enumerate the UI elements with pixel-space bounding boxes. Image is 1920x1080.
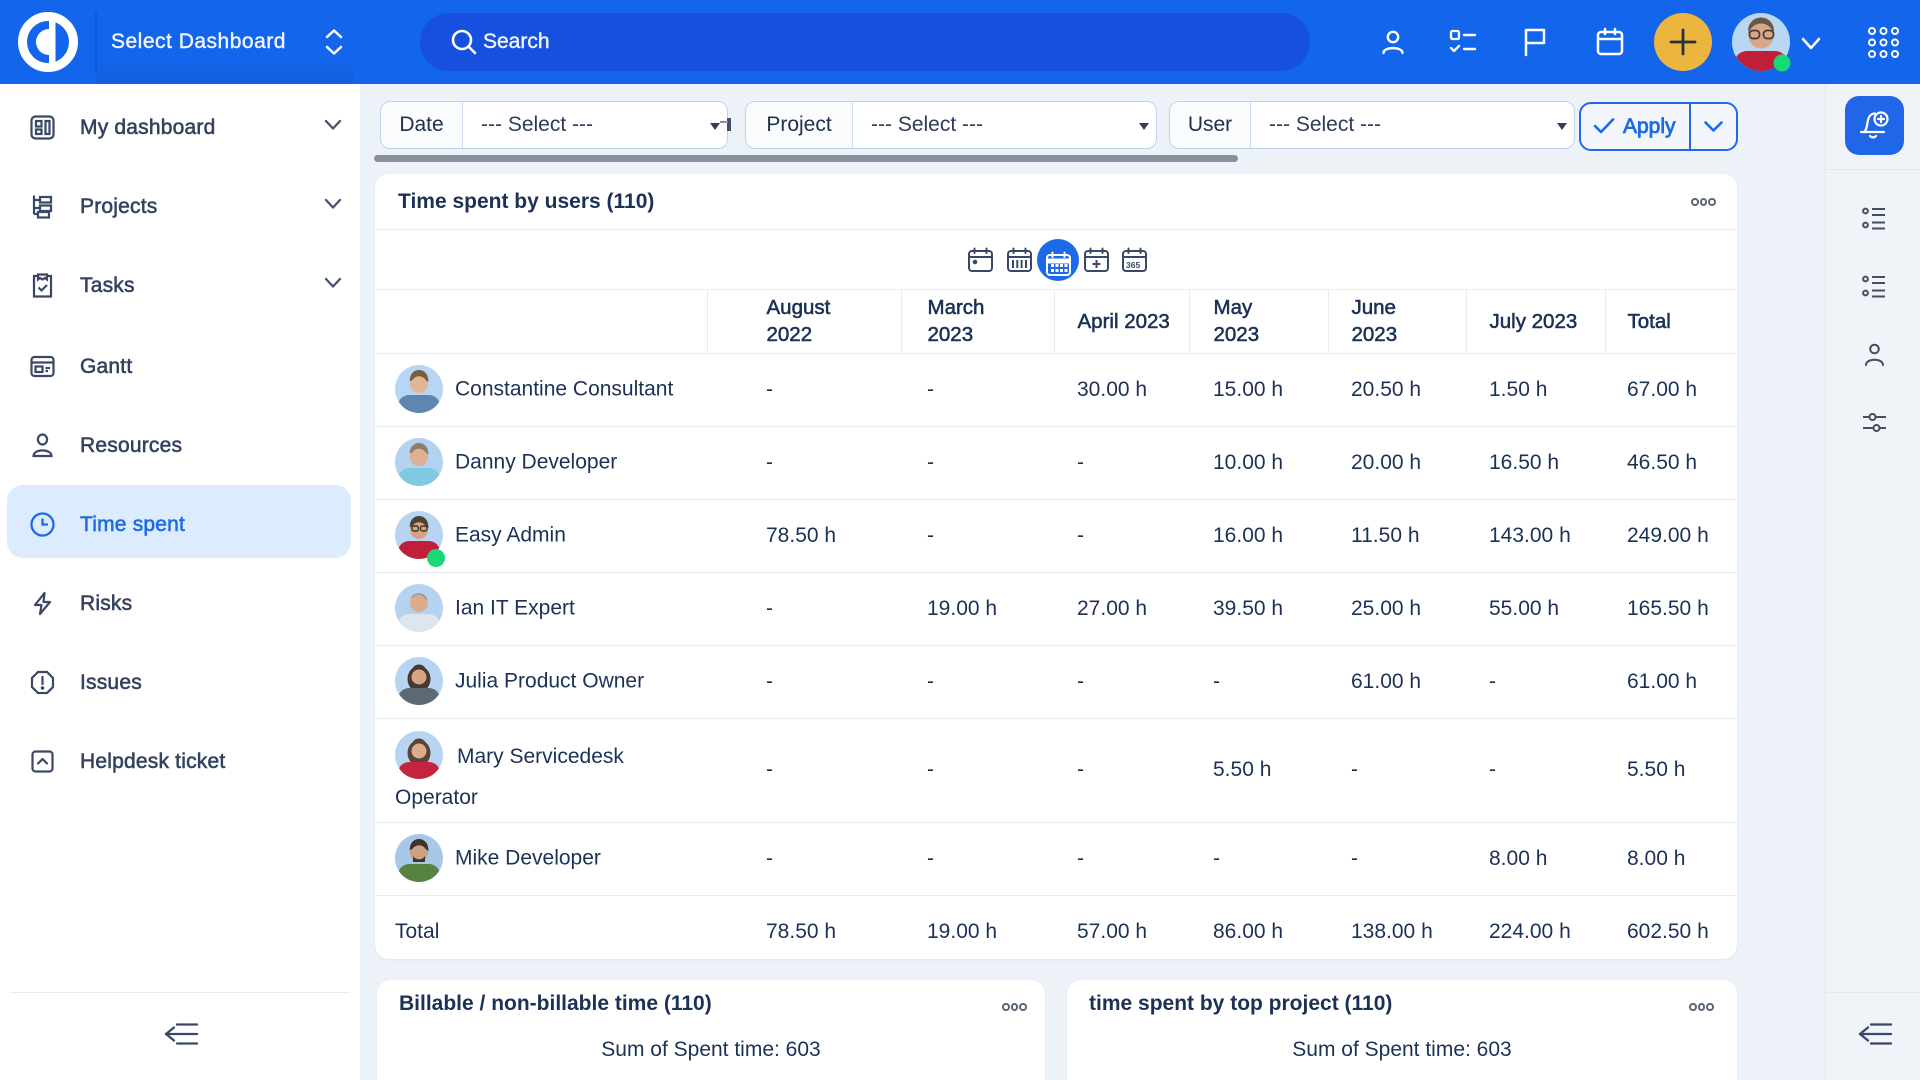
svg-text:365: 365 — [1126, 260, 1140, 270]
